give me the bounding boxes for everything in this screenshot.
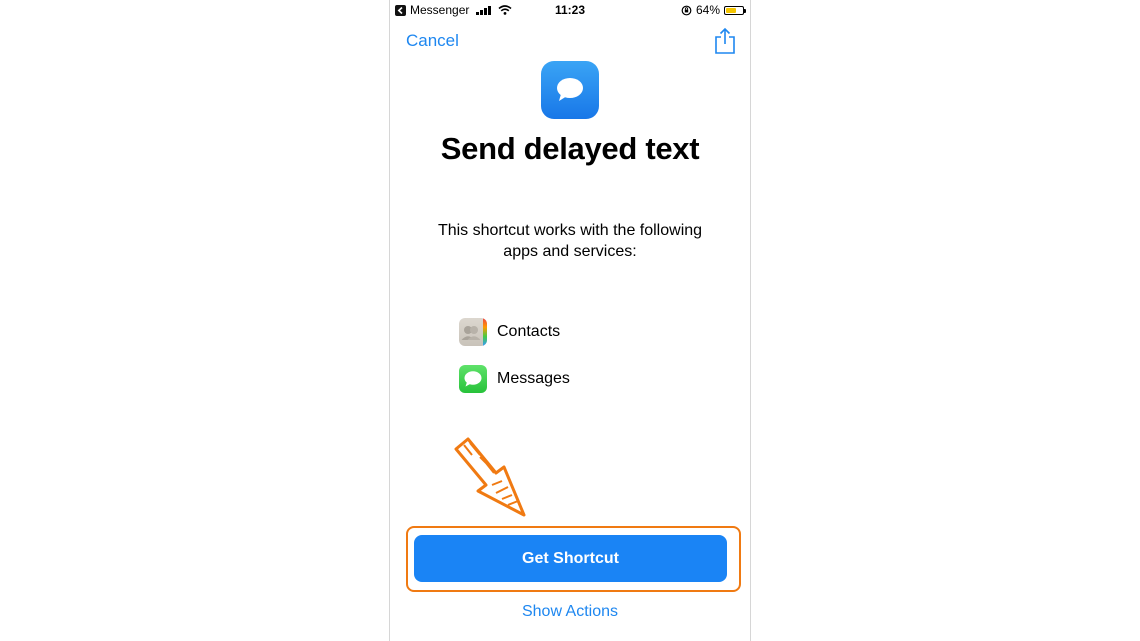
get-shortcut-button[interactable]: Get Shortcut — [414, 535, 727, 582]
status-right: 64% — [681, 3, 746, 17]
service-label: Messages — [497, 370, 570, 387]
show-actions-button[interactable]: Show Actions — [390, 603, 750, 621]
share-icon[interactable] — [713, 27, 737, 55]
messages-icon — [459, 365, 487, 393]
contacts-icon — [459, 318, 487, 346]
service-contacts: Contacts — [459, 318, 560, 346]
battery-percent: 64% — [695, 3, 720, 17]
message-bubble-icon — [557, 78, 583, 101]
shortcut-title: Send delayed text — [440, 131, 700, 166]
battery-level-fill — [726, 7, 737, 13]
orientation-lock-icon — [681, 5, 692, 15]
cancel-button[interactable]: Cancel — [406, 31, 459, 51]
phone-screen: Messenger 11:23 64% Cancel Send delayed … — [389, 0, 751, 641]
shortcut-app-icon — [541, 61, 599, 119]
shortcut-description: This shortcut works with the following a… — [437, 222, 703, 260]
service-messages: Messages — [459, 365, 570, 393]
screenshot-stage: Messenger 11:23 64% Cancel Send delayed … — [0, 0, 1140, 641]
status-bar: Messenger 11:23 64% — [390, 0, 750, 20]
annotation-arrow-icon — [454, 437, 526, 517]
battery-icon — [724, 5, 746, 15]
service-label: Contacts — [497, 323, 561, 340]
